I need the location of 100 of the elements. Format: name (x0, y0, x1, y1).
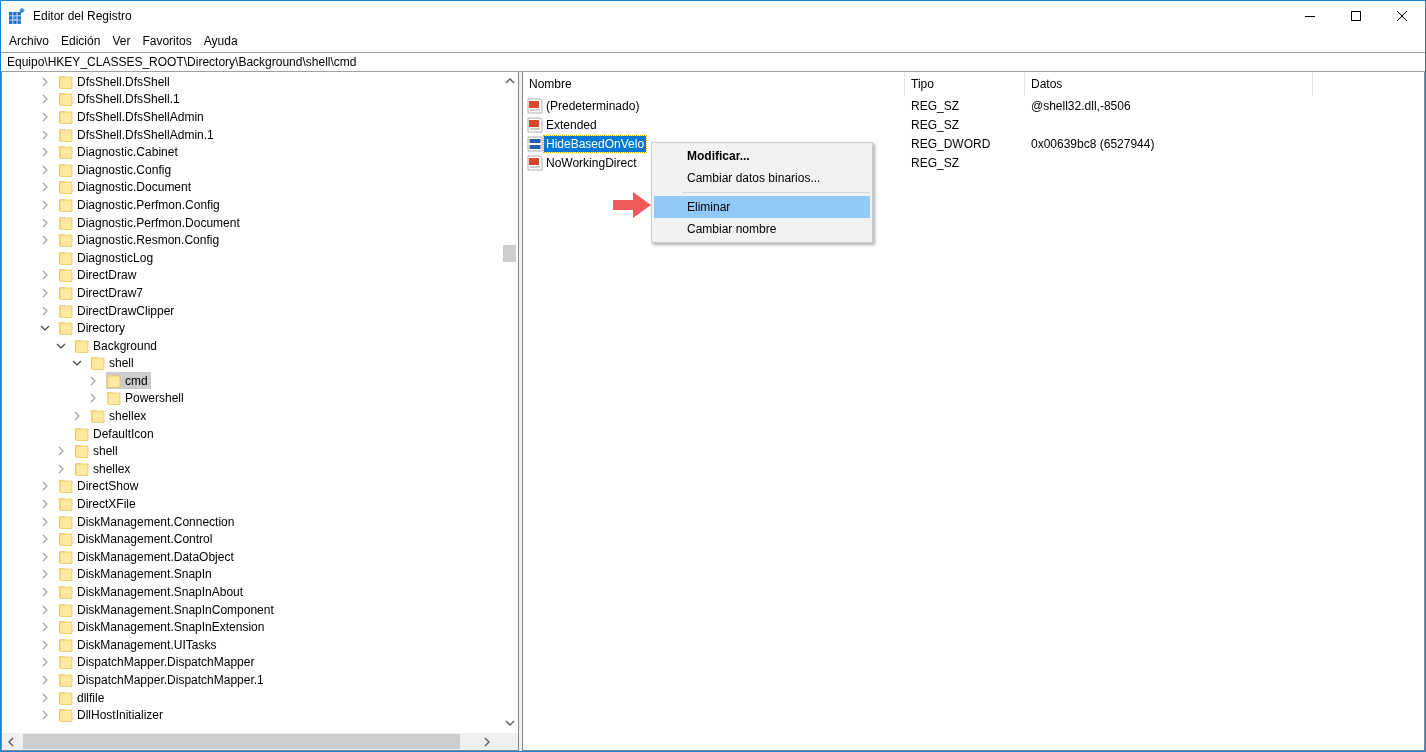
tree-node[interactable]: DfsShell.DfsShell.1 (58, 90, 183, 108)
menu-item[interactable]: Archivo (3, 34, 55, 48)
folder-icon (58, 496, 74, 513)
folder-icon (74, 443, 90, 460)
tree-node[interactable]: DiskManagement.DataObject (58, 548, 237, 566)
tree-node[interactable]: DfsShell.DfsShellAdmin.1 (58, 126, 217, 144)
folder-icon (58, 214, 74, 231)
tree-node[interactable]: shellex (90, 407, 150, 425)
string-value-icon (527, 97, 543, 114)
folder-icon (58, 232, 74, 249)
scroll-down-icon[interactable] (504, 719, 515, 727)
folder-icon (90, 408, 106, 425)
tree-node[interactable]: DirectDraw (58, 266, 140, 284)
tree-node[interactable]: shell (74, 442, 121, 460)
tree-node[interactable]: DiskManagement.SnapInComponent (58, 601, 277, 619)
column-header[interactable]: Nombre (523, 72, 905, 96)
tree-node[interactable]: Diagnostic.Perfmon.Document (58, 214, 243, 232)
registry-icon (9, 8, 25, 24)
folder-icon (58, 161, 74, 178)
string-value-icon (527, 116, 543, 133)
scroll-thumb[interactable] (503, 245, 516, 262)
menu-item[interactable]: Favoritos (136, 34, 198, 48)
folder-icon (58, 144, 74, 161)
column-header[interactable]: Tipo (905, 72, 1025, 96)
value-name[interactable]: HideBasedOnVelo (544, 135, 647, 152)
tree-node[interactable]: DirectShow (58, 477, 142, 495)
tree-node[interactable]: DefaultIcon (74, 425, 157, 443)
value-name[interactable]: Extended (544, 116, 599, 133)
folder-icon (58, 654, 74, 671)
folder-icon (90, 355, 106, 372)
value-name[interactable]: (Predeterminado) (544, 97, 642, 114)
tree-node[interactable]: DiskManagement.SnapIn (58, 565, 215, 583)
tree-node[interactable]: DiskManagement.Control (58, 530, 216, 548)
value-type: REG_SZ (910, 155, 960, 170)
folder-icon (58, 91, 74, 108)
context-menu-item[interactable]: Cambiar datos binarios... (654, 167, 870, 189)
folder-icon (58, 636, 74, 653)
horizontal-scrollbar[interactable] (2, 733, 518, 750)
folder-icon (58, 284, 74, 301)
value-type: REG_SZ (910, 117, 960, 132)
value-data: 0x00639bc8 (6527944) (1030, 136, 1156, 151)
value-type: REG_SZ (910, 98, 960, 113)
folder-icon (58, 179, 74, 196)
scroll-thumb[interactable] (23, 734, 460, 749)
selected-tree-node[interactable]: cmd (106, 372, 151, 390)
tree-node[interactable]: DiagnosticLog (58, 249, 157, 267)
folder-icon (106, 372, 122, 389)
tree-node[interactable]: DiskManagement.Connection (58, 513, 238, 531)
window-title: Editor del Registro (33, 9, 132, 23)
tree-node[interactable]: Background (74, 337, 161, 355)
tree-node[interactable]: Diagnostic.Config (58, 161, 175, 179)
menu-item[interactable]: Ayuda (197, 34, 244, 48)
folder-icon (106, 390, 122, 407)
menu-item[interactable]: Edición (55, 34, 107, 48)
tree-node[interactable]: Powershell (106, 390, 187, 407)
tree-node[interactable]: Diagnostic.Perfmon.Config (58, 196, 223, 214)
folder-icon (58, 73, 74, 90)
folder-icon (58, 548, 74, 565)
folder-icon (58, 320, 74, 337)
value-data: @shell32.dll,-8506 (1030, 98, 1132, 113)
tree-node[interactable]: DirectXFile (58, 495, 139, 513)
tree-node[interactable]: Directory (58, 319, 128, 337)
scroll-left-icon[interactable] (7, 736, 15, 747)
tree-node[interactable]: DirectDrawClipper (58, 302, 178, 319)
tree-node[interactable]: DiskManagement.SnapInAbout (58, 583, 247, 601)
address-field[interactable]: Equipo\HKEY_CLASSES_ROOT\Directory\Background\shell\cmd (1, 52, 1425, 72)
tree-node[interactable]: Diagnostic.Cabinet (58, 143, 181, 161)
tree-node[interactable]: DispatchMapper.DispatchMapper.1 (58, 671, 267, 689)
folder-icon (74, 425, 90, 442)
folder-icon (58, 584, 74, 600)
tree-node[interactable]: shellex (74, 460, 134, 478)
context-menu-item[interactable]: Modificar... (654, 145, 870, 167)
tree-node[interactable]: dllfile (58, 689, 108, 707)
context-menu-item[interactable]: Cambiar nombre (654, 218, 870, 240)
tree-node[interactable]: DfsShell.DfsShellAdmin (58, 108, 207, 126)
context-menu-item[interactable]: Eliminar (654, 196, 870, 218)
tree-node[interactable]: DiskManagement.UITasks (58, 636, 220, 654)
value-type: REG_DWORD (910, 136, 992, 151)
folder-icon (58, 672, 74, 688)
folder-icon (58, 513, 74, 530)
folder-icon (58, 126, 74, 143)
scroll-right-icon[interactable] (483, 736, 491, 747)
folder-icon (58, 478, 74, 495)
tree-node[interactable]: DispatchMapper.DispatchMapper (58, 653, 258, 671)
tree-node[interactable]: Diagnostic.Resmon.Config (58, 231, 223, 249)
scroll-up-icon[interactable] (504, 77, 515, 85)
value-name[interactable]: NoWorkingDirect (544, 154, 639, 171)
folder-icon (58, 196, 74, 213)
column-header[interactable]: Datos (1025, 72, 1313, 96)
tree-node[interactable]: DllHostInitializer (58, 706, 167, 724)
tree-node[interactable]: DfsShell.DfsShell (58, 73, 173, 91)
folder-icon (58, 601, 74, 618)
folder-icon (58, 249, 74, 266)
tree-node[interactable]: Diagnostic.Document (58, 178, 195, 196)
tree-node[interactable]: DirectDraw7 (58, 284, 146, 302)
arrow-drawing (613, 192, 651, 218)
menu-item[interactable]: Ver (106, 34, 137, 48)
tree-node[interactable]: DiskManagement.SnapInExtension (58, 618, 268, 636)
folder-icon (58, 566, 74, 583)
tree-node[interactable]: shell (90, 354, 137, 372)
